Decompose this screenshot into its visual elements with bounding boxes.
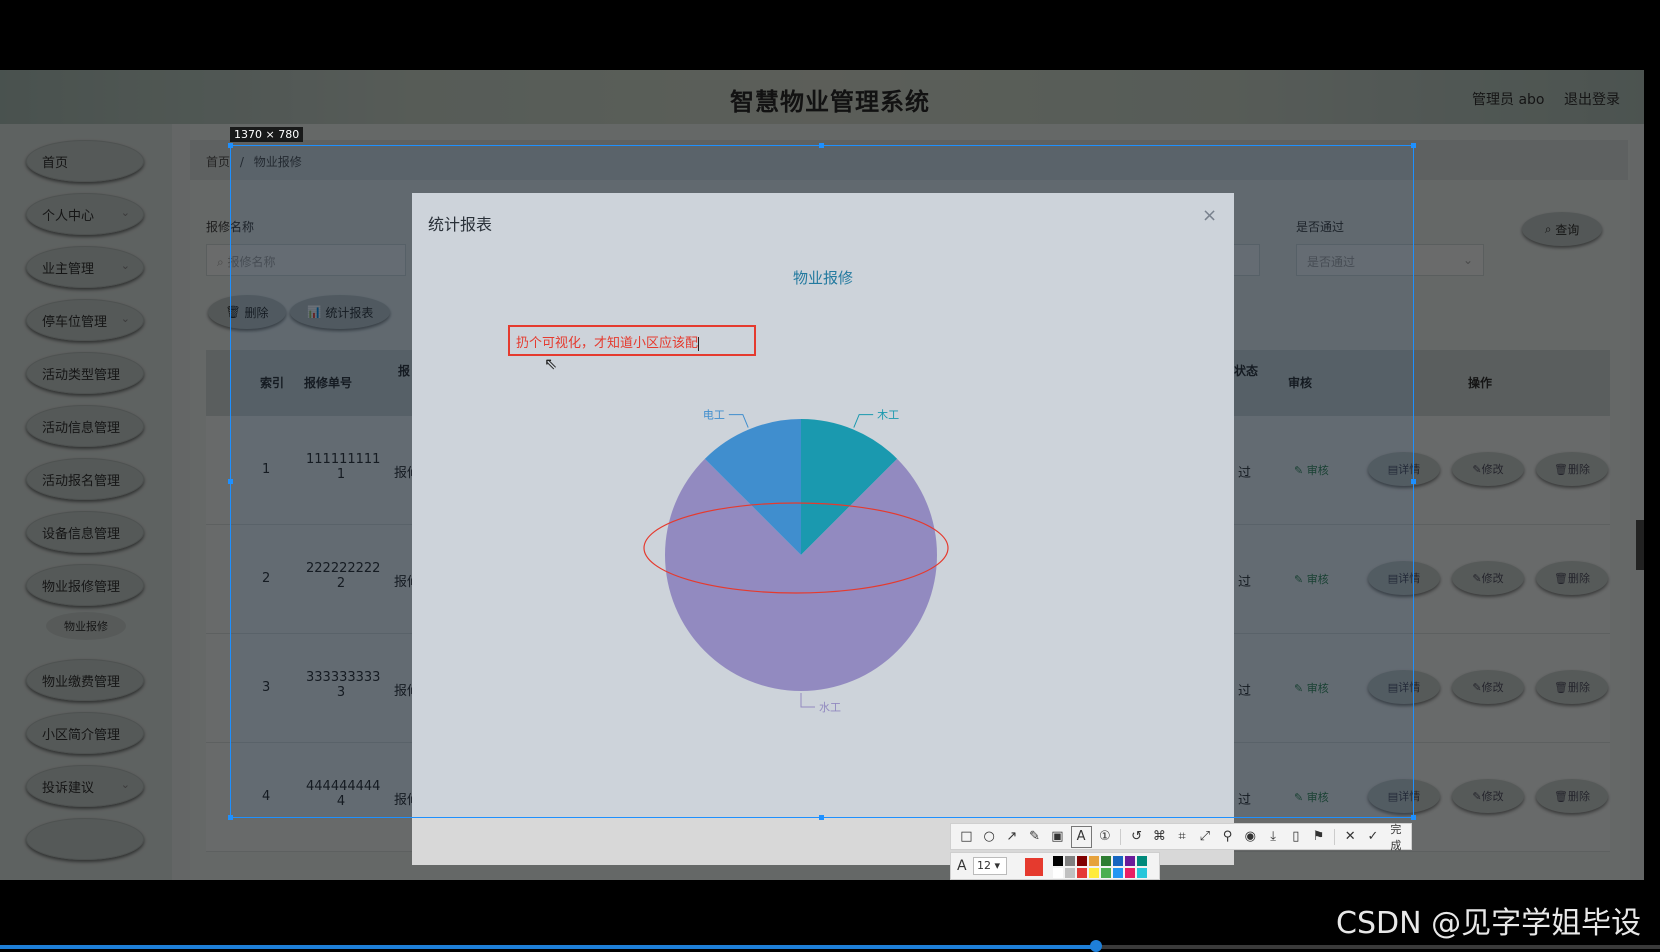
ai-icon[interactable]: ⌘ (1150, 827, 1169, 847)
color-swatch[interactable] (1137, 856, 1147, 866)
resize-handle[interactable] (228, 815, 233, 820)
rectangle-tool-icon[interactable]: □ (957, 827, 976, 847)
top-letterbox (0, 0, 1660, 70)
mosaic-tool-icon[interactable]: ▣ (1048, 827, 1067, 847)
resize-handle[interactable] (819, 143, 824, 148)
resize-handle[interactable] (819, 815, 824, 820)
color-swatch[interactable] (1077, 868, 1087, 878)
color-swatch[interactable] (1065, 868, 1075, 878)
text-tool-icon[interactable]: A (1070, 825, 1092, 848)
color-swatch[interactable] (1125, 856, 1135, 866)
video-progress-knob[interactable] (1089, 940, 1102, 952)
video-progress-fill (0, 945, 1096, 949)
download-icon[interactable]: ⤓ (1264, 827, 1283, 847)
capture-toolbar: □ ○ ↗ ✎ ▣ A ① ↺ ⌘ ⌗ ⤢ ⚲ ◉ ⤓ ▯ ⚑ ✕ ✓ 完成 (950, 821, 1412, 853)
current-color-swatch[interactable] (1025, 858, 1043, 876)
save-icon[interactable]: ▯ (1286, 827, 1305, 847)
record-icon[interactable]: ◉ (1241, 827, 1260, 847)
bookmark-icon[interactable]: ⚑ (1309, 827, 1328, 847)
color-swatch[interactable] (1101, 856, 1111, 866)
chevron-right-icon[interactable]: › (1636, 520, 1644, 570)
annotation-text-box[interactable]: 扔个可视化，才知道小区应该配 (508, 325, 756, 356)
number-tool-icon[interactable]: ① (1096, 827, 1115, 847)
resize-handle[interactable] (1411, 479, 1416, 484)
arrow-tool-icon[interactable]: ↗ (1003, 827, 1022, 847)
color-swatch[interactable] (1113, 868, 1123, 878)
color-swatch[interactable] (1089, 856, 1099, 866)
capture-size-label: 1370 × 780 (230, 127, 304, 142)
watermark: CSDN @见字学姐毕设 (1336, 906, 1642, 941)
resize-handle[interactable] (228, 479, 233, 484)
toolbar-divider (1120, 828, 1122, 845)
color-swatch[interactable] (1113, 856, 1123, 866)
resize-handle[interactable] (228, 143, 233, 148)
color-swatch[interactable] (1137, 868, 1147, 878)
done-button[interactable]: 完成 (1390, 821, 1411, 853)
color-swatch[interactable] (1077, 856, 1087, 866)
color-swatch[interactable] (1089, 868, 1099, 878)
color-swatch[interactable] (1053, 856, 1063, 866)
mouse-cursor-icon: ⇖ (544, 354, 558, 373)
text-style-toolbar: A 12 ▾ (950, 852, 1160, 880)
font-size-select[interactable]: 12 ▾ (973, 857, 1007, 875)
color-swatch[interactable] (1125, 868, 1135, 878)
check-icon[interactable]: ✓ (1364, 827, 1383, 847)
long-capture-icon[interactable]: ⤢ (1195, 827, 1214, 847)
color-swatch[interactable] (1101, 868, 1111, 878)
ellipse-tool-icon[interactable]: ○ (980, 827, 999, 847)
capture-selection[interactable] (228, 143, 1416, 820)
color-swatch[interactable] (1065, 856, 1075, 866)
close-icon[interactable]: ✕ (1341, 827, 1360, 847)
undo-icon[interactable]: ↺ (1127, 827, 1146, 847)
translate-icon[interactable]: ⌗ (1173, 827, 1192, 847)
text-caret (698, 336, 700, 351)
color-swatch[interactable] (1053, 868, 1063, 878)
resize-handle[interactable] (1411, 815, 1416, 820)
resize-handle[interactable] (1411, 143, 1416, 148)
toolbar-divider (1333, 828, 1335, 845)
pen-tool-icon[interactable]: ✎ (1025, 827, 1044, 847)
font-icon: A (957, 858, 967, 874)
pin-icon[interactable]: ⚲ (1218, 827, 1237, 847)
ellipse-annotation[interactable] (640, 500, 952, 596)
